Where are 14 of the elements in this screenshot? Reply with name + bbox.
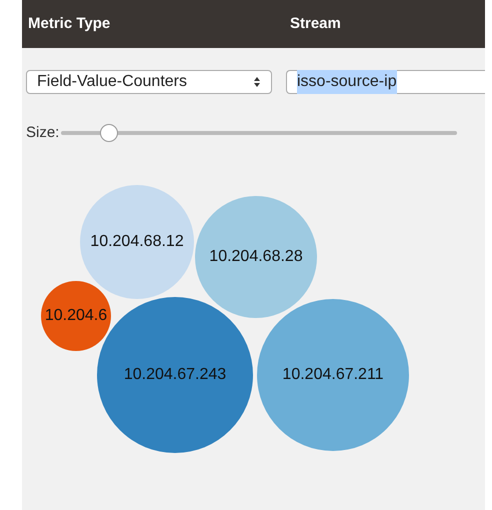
bubble-label: 10.204.67.243 <box>124 366 226 382</box>
metric-type-select[interactable]: Field-Value-Counters <box>26 70 272 94</box>
slider-thumb[interactable] <box>100 124 118 142</box>
bubble-label: 10.204.6 <box>44 308 108 324</box>
column-header: Metric Type <box>28 14 112 34</box>
bubble-label: 10.204.68.28 <box>209 248 303 264</box>
bubble-label: 10.204.67.211 <box>282 366 384 382</box>
size-label: Size: <box>26 123 60 143</box>
select-arrows-icon <box>253 76 261 88</box>
stream-value: isso-source-ip <box>297 70 397 94</box>
size-slider[interactable] <box>61 123 458 144</box>
column-header: Stream <box>290 14 341 34</box>
bubble-label: 10.204.68.12 <box>90 234 184 250</box>
stream-field[interactable]: isso-source-ip <box>286 70 485 94</box>
